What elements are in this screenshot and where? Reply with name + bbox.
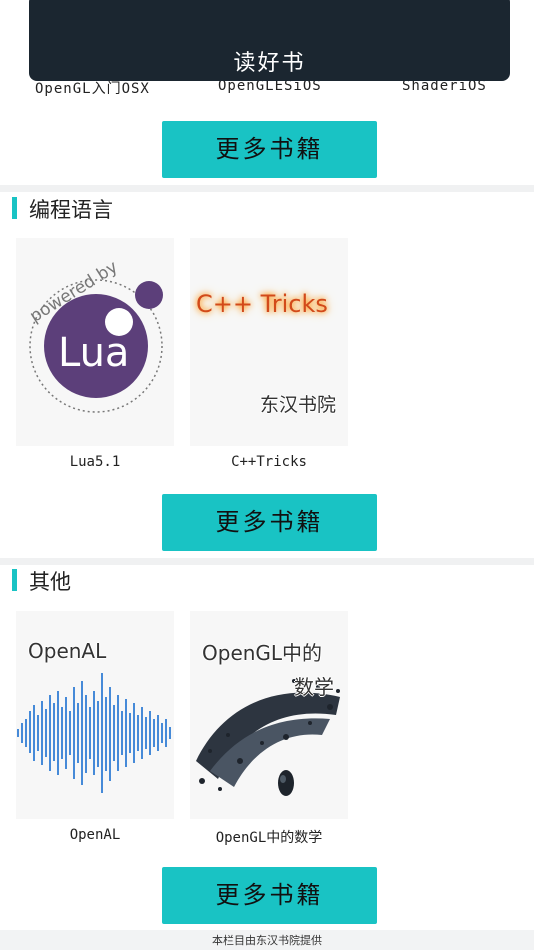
book-title[interactable]: Lua5.1 bbox=[0, 454, 195, 470]
cover-text: OpenAL bbox=[28, 639, 107, 663]
top-book-titles: OpenGL入门OSX OpenGLESiOS ShaderiOS bbox=[0, 78, 534, 100]
section-title: 编程语言 bbox=[29, 198, 113, 222]
cover-text: 东汉书院 bbox=[260, 394, 337, 416]
section-header: 编程语言 bbox=[0, 193, 534, 223]
cover-text: C++ Tricks bbox=[196, 290, 328, 318]
book-title[interactable]: OpenGL中的数学 bbox=[169, 827, 369, 847]
book-item-opengl-math[interactable]: OpenGL中的 数学 OpenGL中的数学 bbox=[190, 611, 348, 846]
book-title[interactable]: C++Tricks bbox=[169, 454, 369, 470]
more-books-button[interactable]: 更多书籍 bbox=[162, 494, 377, 551]
book-cover[interactable]: C++ Tricks 东汉书院 bbox=[190, 238, 348, 446]
footer: 本栏目由东汉书院提供 bbox=[0, 930, 534, 950]
book-item-openal[interactable]: OpenAL OpenAL bbox=[16, 611, 174, 843]
section-header: 其他 bbox=[0, 565, 534, 595]
screen: OpenGL入门OSX OpenGLESiOS ShaderiOS 读好书 更多… bbox=[0, 0, 534, 950]
section-divider bbox=[0, 558, 534, 565]
section-accent-bar bbox=[12, 569, 17, 591]
book-cover[interactable]: OpenAL bbox=[16, 611, 174, 819]
cover-text: 数学 bbox=[294, 675, 334, 699]
title-overlay: 读好书 bbox=[29, 0, 510, 81]
footer-text: 本栏目由东汉书院提供 bbox=[212, 934, 322, 947]
more-books-button[interactable]: 更多书籍 bbox=[162, 121, 377, 178]
book-item-lua[interactable]: powered by Lua Lua5.1 bbox=[16, 238, 174, 470]
book-item-cpp-tricks[interactable]: C++ Tricks 东汉书院 C++Tricks bbox=[190, 238, 348, 470]
section-divider bbox=[0, 185, 534, 192]
cover-text: Lua bbox=[58, 330, 130, 376]
page-title: 读好书 bbox=[233, 51, 306, 76]
book-title[interactable]: OpenAL bbox=[0, 827, 195, 843]
book-cover[interactable]: OpenGL中的 数学 bbox=[190, 611, 348, 819]
section-accent-bar bbox=[12, 197, 17, 219]
section-title: 其他 bbox=[29, 570, 71, 594]
book-title[interactable]: OpenGL入门OSX bbox=[35, 78, 150, 98]
book-cover[interactable]: powered by Lua bbox=[16, 238, 174, 446]
cover-text: OpenGL中的 bbox=[202, 641, 323, 665]
more-books-button[interactable]: 更多书籍 bbox=[162, 867, 377, 924]
